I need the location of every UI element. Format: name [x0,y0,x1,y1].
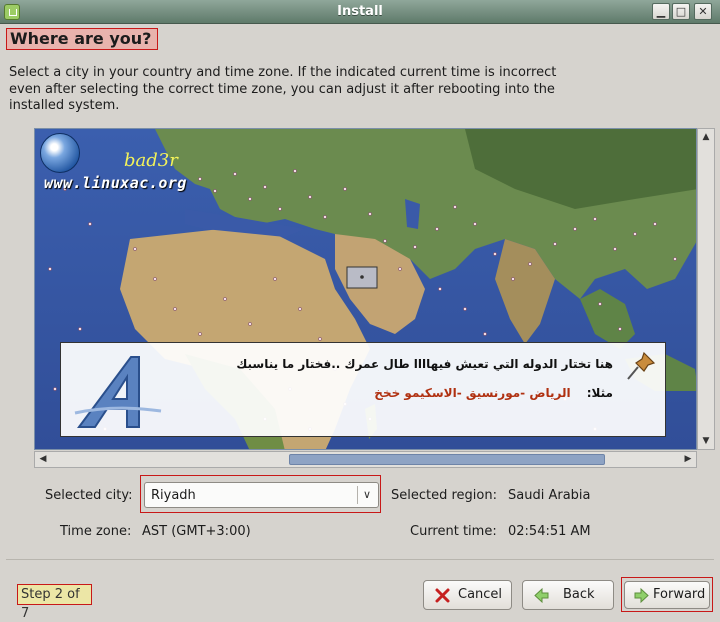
cancel-icon [435,588,450,603]
chevron-down-icon[interactable]: ∨ [363,488,371,501]
time-zone-value: AST (GMT+3:00) [142,524,251,539]
note-line: هنا تختار الدوله التي تعيش فيهاااا طال ع… [236,357,613,371]
map-vertical-scrollbar[interactable]: ▲ ▼ [697,128,715,450]
forward-button[interactable]: Forward [624,581,710,609]
footer-divider [6,559,714,560]
watermark-signature: bad3r [124,150,178,171]
scroll-right-icon[interactable]: ▶ [680,452,696,467]
close-button[interactable]: ✕ [694,3,712,20]
scroll-down-icon[interactable]: ▼ [698,433,714,449]
city-combobox-value: Riyadh [151,488,196,503]
forward-label: Forward [653,587,706,602]
selected-city-label: Selected city: [45,488,133,503]
combobox-separator [357,486,358,504]
note-example: مثلا: الرياض -مورنسيق -الاسكيمو خخخ [374,386,613,400]
selected-region-value: Saudi Arabia [508,488,591,503]
globe-logo-icon [40,133,80,173]
scroll-left-icon[interactable]: ◀ [35,452,51,467]
step-indicator: Step 2 of 7 [17,584,92,621]
back-arrow-icon [534,587,549,604]
cancel-label: Cancel [458,587,503,602]
forward-arrow-icon [634,587,649,604]
overlay-note: هنا تختار الدوله التي تعيش فيهاااا طال ع… [60,342,666,437]
horizontal-scroll-thumb[interactable] [289,454,605,465]
current-time-value: 02:54:51 AM [508,524,591,539]
selected-region-label: Selected region: [391,488,497,503]
letter-a-logo-icon [74,356,162,428]
map-horizontal-scrollbar[interactable]: ◀ ▶ [34,451,697,468]
city-combobox[interactable]: Riyadh ∨ [144,482,379,508]
scroll-up-icon[interactable]: ▲ [698,129,714,145]
page-description: Select a city in your country and time z… [9,65,557,113]
maximize-button[interactable]: □ [672,3,690,20]
note-example-values: الرياض -مورنسيق -الاسكيمو خخخ [374,386,571,400]
watermark-site: www.linuxac.org [44,174,187,192]
time-zone-label: Time zone: [60,524,132,539]
minimize-button[interactable]: ▁ [652,3,670,20]
window-titlebar: Install ▁ □ ✕ [0,0,720,24]
current-time-label: Current time: [410,524,497,539]
back-button[interactable]: Back [522,580,614,610]
cancel-button[interactable]: Cancel [423,580,512,610]
window-title: Install [337,4,383,19]
pin-icon [627,351,656,380]
page-title: Where are you? [6,28,158,50]
note-example-label: مثلا: [586,386,613,400]
back-label: Back [563,587,595,602]
